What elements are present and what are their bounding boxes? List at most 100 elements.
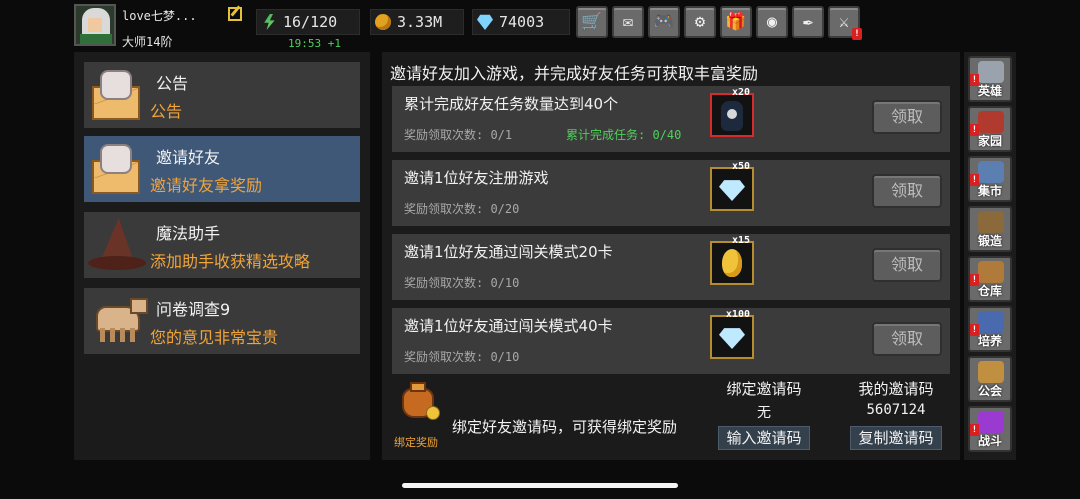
feather-icon: ✒	[802, 12, 814, 32]
claim-button[interactable]: 领取	[872, 322, 942, 356]
lucky-wheel-button[interactable]: ◉	[756, 6, 788, 38]
shop-cart-icon: 🛒	[581, 12, 603, 32]
reward-bag-icon[interactable]	[396, 382, 440, 424]
energy-counter: 16/120	[256, 9, 360, 35]
cultivation-trophy-icon	[978, 311, 1004, 333]
shop-cart-button[interactable]: 🛒	[576, 6, 608, 38]
feather-button[interactable]: ✒	[792, 6, 824, 38]
energy-value: 16/120	[283, 13, 338, 31]
hero-helmet-icon	[978, 61, 1004, 83]
menu-item-invite-friends[interactable]: 邀请好友 邀请好友拿奖励	[84, 136, 360, 202]
reward-slot[interactable]: x50	[710, 161, 754, 211]
nav-anvil-hammer[interactable]: 锻造	[968, 206, 1012, 252]
enter-code-button[interactable]: 输入邀请码	[718, 426, 810, 450]
nav-cultivation-trophy[interactable]: 培养!	[968, 306, 1012, 352]
warehouse-icon	[978, 261, 1004, 283]
mail-button[interactable]: ✉	[612, 6, 644, 38]
lucky-wheel-icon: ◉	[766, 12, 778, 32]
reward-quantity: x15	[731, 235, 750, 246]
task-row: 累计完成好友任务数量达到40个 奖励领取次数: 0/1 累计完成任务: 0/40…	[392, 86, 950, 152]
claim-button[interactable]: 领取	[872, 174, 942, 208]
menu-item-magic-assistant[interactable]: 魔法助手 添加助手收获精选攻略	[84, 212, 360, 278]
alert-badge: !	[852, 28, 862, 40]
edit-name-icon[interactable]	[228, 7, 242, 21]
task-title: 邀请1位好友注册游戏	[404, 169, 549, 187]
settings-gear-button[interactable]: ⚙	[684, 6, 716, 38]
menu-item-title: 问卷调查9	[156, 300, 231, 319]
task-claim-count: 奖励领取次数: 0/1	[404, 128, 513, 142]
task-title: 邀请1位好友通过闯关模式40卡	[404, 317, 613, 335]
gem-icon	[477, 14, 493, 30]
menu-item-survey[interactable]: 问卷调查9 您的意见非常宝贵	[84, 288, 360, 354]
alert-badge: !	[970, 124, 979, 136]
claim-button[interactable]: 领取	[872, 100, 942, 134]
right-nav: 英雄! 家园! 集市! 锻造仓库! 培养! 公会战斗!	[964, 52, 1016, 460]
alert-badge: !	[970, 174, 979, 186]
menu-item-title: 公告	[156, 74, 189, 93]
crossed-swords-button[interactable]: ⚔!	[828, 6, 862, 40]
wizard-hat-icon	[88, 218, 146, 274]
menu-item-subtitle: 公告	[150, 102, 183, 121]
player-avatar[interactable]	[74, 4, 116, 46]
bind-code-section: 绑定奖励 绑定好友邀请码，可获得绑定奖励 绑定邀请码 无 输入邀请码 我的邀请码…	[392, 376, 950, 456]
task-title: 邀请1位好友通过闯关模式20卡	[404, 243, 613, 261]
alert-badge: !	[970, 424, 979, 436]
reward-slot[interactable]: x15	[710, 235, 754, 285]
anvil-hammer-icon	[978, 211, 1004, 233]
announcement-letter-icon	[90, 68, 144, 122]
reward-quantity: x50	[731, 161, 750, 172]
gamepad-button[interactable]: 🎮	[648, 6, 680, 38]
copy-code-button[interactable]: 复制邀请码	[850, 426, 942, 450]
task-claim-count: 奖励领取次数: 0/20	[404, 202, 520, 216]
bind-description: 绑定好友邀请码，可获得绑定奖励	[452, 418, 678, 436]
player-rank: 大师14阶	[122, 35, 173, 49]
reward-quantity: x100	[725, 309, 750, 320]
nav-battle-portal[interactable]: 战斗!	[968, 406, 1012, 452]
claim-button[interactable]: 领取	[872, 248, 942, 282]
panel-title: 邀请好友加入游戏，并完成好友任务可获取丰富奖励	[390, 64, 759, 83]
task-claim-count: 奖励领取次数: 0/10	[404, 276, 520, 290]
battle-portal-icon	[978, 411, 1004, 433]
mail-icon: ✉	[622, 12, 634, 32]
diamond-icon	[719, 180, 745, 201]
gift-icon: 🎁	[725, 12, 747, 32]
task-row: 邀请1位好友通过闯关模式20卡 奖励领取次数: 0/10 x15 领取	[392, 234, 950, 300]
gamepad-icon: 🎮	[653, 12, 675, 32]
home-indicator[interactable]	[402, 483, 678, 488]
invite-letter-icon	[90, 142, 144, 196]
nav-home-castle[interactable]: 家园!	[968, 106, 1012, 152]
gold-coin-icon	[375, 14, 391, 30]
reward-quantity: x20	[731, 87, 750, 98]
camel-icon	[90, 298, 148, 344]
menu-item-title: 魔法助手	[156, 224, 221, 243]
nav-label: 锻造	[977, 234, 1002, 248]
nav-market-stall[interactable]: 集市!	[968, 156, 1012, 202]
golden-egg-icon	[722, 249, 742, 277]
menu-item-subtitle: 添加助手收获精选攻略	[150, 252, 311, 271]
avatar-robe	[80, 34, 112, 44]
reward-slot[interactable]: x20	[710, 87, 754, 137]
bound-code-label: 绑定邀请码	[726, 380, 802, 398]
potion-icon	[721, 101, 743, 131]
energy-timer: 19:53 +1	[288, 37, 341, 50]
player-name: love七梦...	[122, 9, 197, 23]
task-row: 邀请1位好友注册游戏 奖励领取次数: 0/20 x50 领取	[392, 160, 950, 226]
nav-label: 公会	[977, 384, 1002, 398]
gem-counter: 74003	[472, 9, 570, 35]
energy-bolt-icon	[264, 14, 275, 30]
menu-item-subtitle: 您的意见非常宝贵	[150, 328, 279, 347]
nav-guild-lion[interactable]: 公会	[968, 356, 1012, 402]
task-progress: 累计完成任务: 0/40	[566, 128, 682, 142]
menu-item-announcement[interactable]: 公告 公告	[84, 62, 360, 128]
nav-hero-helmet[interactable]: 英雄!	[968, 56, 1012, 102]
settings-gear-icon: ⚙	[694, 12, 706, 32]
gift-button[interactable]: 🎁	[720, 6, 752, 38]
nav-warehouse[interactable]: 仓库!	[968, 256, 1012, 302]
home-castle-icon	[978, 111, 1004, 133]
menu-item-title: 邀请好友	[156, 148, 221, 167]
gold-counter: 3.33M	[370, 9, 464, 35]
task-title: 累计完成好友任务数量达到40个	[404, 95, 619, 113]
task-claim-count: 奖励领取次数: 0/10	[404, 350, 520, 364]
diamond-icon	[719, 328, 745, 349]
reward-slot[interactable]: x100	[710, 309, 754, 359]
